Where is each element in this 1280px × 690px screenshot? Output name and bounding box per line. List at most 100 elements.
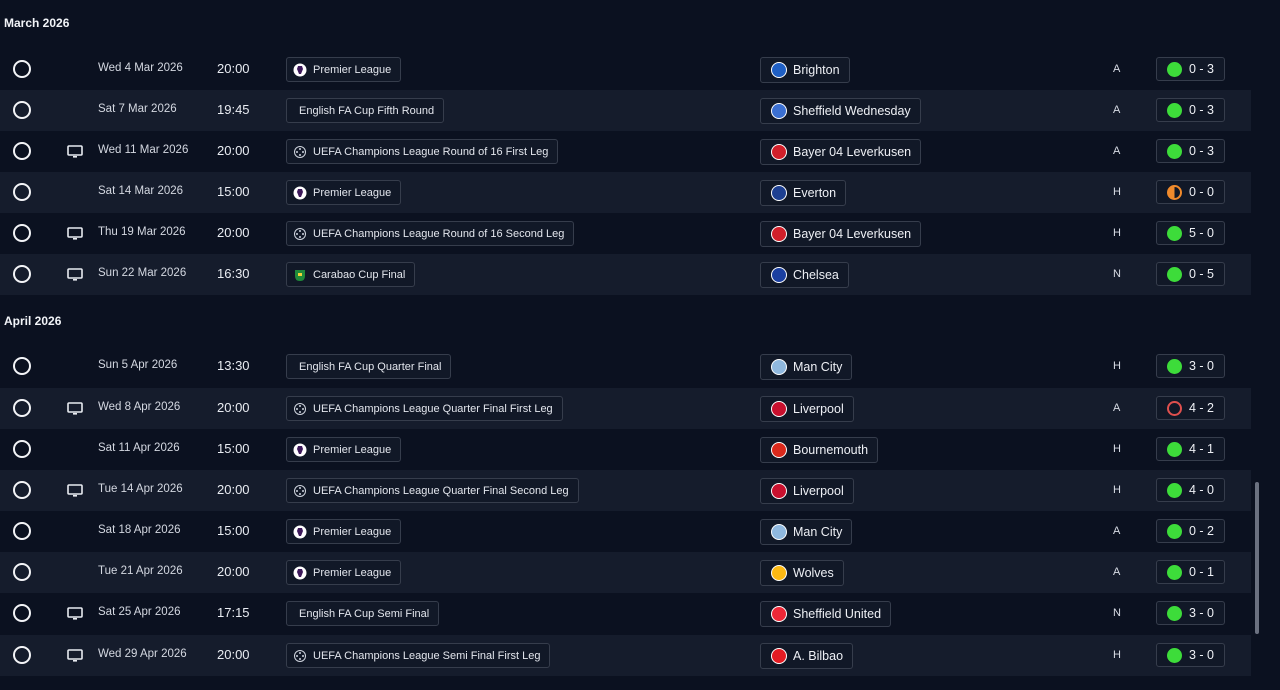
result-badge[interactable]: 3 - 0 [1156,354,1225,378]
tv-broadcast-icon [67,607,83,620]
opponent-button[interactable]: Bayer 04 Leverkusen [760,139,922,165]
club-crest-icon [771,103,787,119]
fixture-row[interactable]: Sat 7 Mar 2026 19:45 English FA Cup Fifth … [0,90,1251,131]
fixture-row[interactable]: Wed 4 Mar 2026 20:00 Premier League Brighto… [0,49,1251,90]
opponent-button[interactable]: Everton [760,180,847,206]
tv-broadcast-icon [67,268,83,281]
competition-badge[interactable]: Carabao Cup Final [286,262,416,287]
competition-badge[interactable]: Premier League [286,180,402,205]
win-indicator-icon [1167,605,1182,621]
opponent-button[interactable]: A. Bilbao [760,643,854,669]
fixture-row[interactable]: Sat 11 Apr 2026 15:00 Premier League Bourne… [0,429,1251,470]
result-badge[interactable]: 0 - 5 [1156,262,1225,286]
competition-label: Premier League [313,63,392,76]
fixture-row[interactable]: Sat 14 Mar 2026 15:00 Premier League Everto… [0,172,1251,213]
opponent-button[interactable]: Chelsea [760,262,849,288]
competition-label: UEFA Champions League Quarter Final Seco… [313,484,569,497]
fixture-time: 13:30 [217,358,250,373]
opponent-button[interactable]: Man City [760,519,853,545]
fixture-row[interactable]: Sat 25 Apr 2026 17:15 English FA Cup Semi … [0,593,1251,634]
opponent-button[interactable]: Liverpool [760,396,854,422]
opponent-name: Liverpool [793,402,844,416]
opponent-button[interactable]: Liverpool [760,478,854,504]
competition-badge[interactable]: English FA Cup Quarter Final [286,354,452,379]
fixture-row[interactable]: Wed 11 Mar 2026 20:00 UEFA Champions Leagu… [0,131,1251,172]
match-status-circle-icon[interactable] [13,563,31,581]
match-status-circle-icon[interactable] [13,399,31,417]
result-badge[interactable]: 3 - 0 [1156,601,1225,625]
result-badge[interactable]: 4 - 1 [1156,437,1225,461]
fixture-row[interactable]: Wed 8 Apr 2026 20:00 UEFA Champions League… [0,388,1251,429]
result-badge[interactable]: 0 - 1 [1156,560,1225,584]
fixture-date: Thu 19 Mar 2026 [98,226,186,238]
match-status-circle-icon[interactable] [13,646,31,664]
opponent-button[interactable]: Wolves [760,560,844,586]
opponent-button[interactable]: Man City [760,354,853,380]
fixture-row[interactable]: Tue 21 Apr 2026 20:00 Premier League Wolves… [0,552,1251,593]
competition-badge[interactable]: English FA Cup Fifth Round [286,98,445,123]
venue-indicator: A [1113,63,1121,75]
opponent-name: Sheffield United [793,607,882,621]
opponent-button[interactable]: Bayer 04 Leverkusen [760,221,922,247]
fixture-time: 20:00 [217,61,250,76]
opponent-name: A. Bilbao [793,649,844,663]
scrollbar-thumb[interactable] [1255,482,1259,634]
fixture-time: 20:00 [217,400,250,415]
competition-badge[interactable]: Premier League [286,57,402,82]
match-status-circle-icon[interactable] [13,224,31,242]
match-status-circle-icon[interactable] [13,101,31,119]
premier-league-icon [293,525,307,539]
match-status-circle-icon[interactable] [13,265,31,283]
result-badge[interactable]: 0 - 3 [1156,57,1225,81]
match-status-circle-icon[interactable] [13,142,31,160]
opponent-name: Bayer 04 Leverkusen [793,145,912,159]
result-badge[interactable]: 0 - 0 [1156,180,1225,204]
competition-badge[interactable]: UEFA Champions League Semi Final First L… [286,643,551,668]
fixture-row[interactable]: Wed 29 Apr 2026 20:00 UEFA Champions Leagu… [0,635,1251,676]
match-status-circle-icon[interactable] [13,183,31,201]
result-badge[interactable]: 5 - 0 [1156,221,1225,245]
opponent-name: Wolves [793,566,834,580]
match-status-circle-icon[interactable] [13,522,31,540]
venue-indicator: H [1113,649,1121,661]
opponent-name: Bayer 04 Leverkusen [793,227,912,241]
match-status-circle-icon[interactable] [13,604,31,622]
result-badge[interactable]: 4 - 0 [1156,478,1225,502]
fixture-row[interactable]: Tue 14 Apr 2026 20:00 UEFA Champions Leagu… [0,470,1251,511]
match-status-circle-icon[interactable] [13,440,31,458]
score: 5 - 0 [1189,226,1215,240]
competition-badge[interactable]: Premier League [286,519,402,544]
fixture-date: Wed 11 Mar 2026 [98,144,189,156]
opponent-button[interactable]: Brighton [760,57,850,83]
opponent-button[interactable]: Bournemouth [760,437,879,463]
result-badge[interactable]: 0 - 3 [1156,139,1225,163]
fixture-row[interactable]: Sat 18 Apr 2026 15:00 Premier League Man Ci… [0,511,1251,552]
champions-league-icon [293,649,307,663]
competition-badge[interactable]: Premier League [286,437,402,462]
fixture-row[interactable]: Sun 22 Mar 2026 16:30 Carabao Cup Final Che… [0,254,1251,295]
fixture-row[interactable]: Sun 5 Apr 2026 13:30 English FA Cup Quarte… [0,346,1251,387]
match-status-circle-icon[interactable] [13,481,31,499]
competition-badge[interactable]: English FA Cup Semi Final [286,601,440,626]
venue-indicator: H [1113,443,1121,455]
competition-badge[interactable]: UEFA Champions League Round of 16 First … [286,139,559,164]
opponent-button[interactable]: Sheffield Wednesday [760,98,921,124]
result-badge[interactable]: 0 - 3 [1156,98,1225,122]
opponent-name: Bournemouth [793,443,869,457]
premier-league-icon [293,443,307,457]
competition-badge[interactable]: Premier League [286,560,402,585]
competition-badge[interactable]: UEFA Champions League Quarter Final Firs… [286,396,563,421]
result-badge[interactable]: 4 - 2 [1156,396,1225,420]
month-header: March 2026 [4,16,70,30]
competition-badge[interactable]: UEFA Champions League Round of 16 Second… [286,221,575,246]
champions-league-icon [293,145,307,159]
champions-league-icon [293,484,307,498]
result-badge[interactable]: 0 - 2 [1156,519,1225,543]
result-badge[interactable]: 3 - 0 [1156,643,1225,667]
competition-badge[interactable]: UEFA Champions League Quarter Final Seco… [286,478,579,503]
match-status-circle-icon[interactable] [13,60,31,78]
match-status-circle-icon[interactable] [13,357,31,375]
opponent-button[interactable]: Sheffield United [760,601,892,627]
fixture-row[interactable]: Thu 19 Mar 2026 20:00 UEFA Champions Leagu… [0,213,1251,254]
fixture-time: 20:00 [217,647,250,662]
